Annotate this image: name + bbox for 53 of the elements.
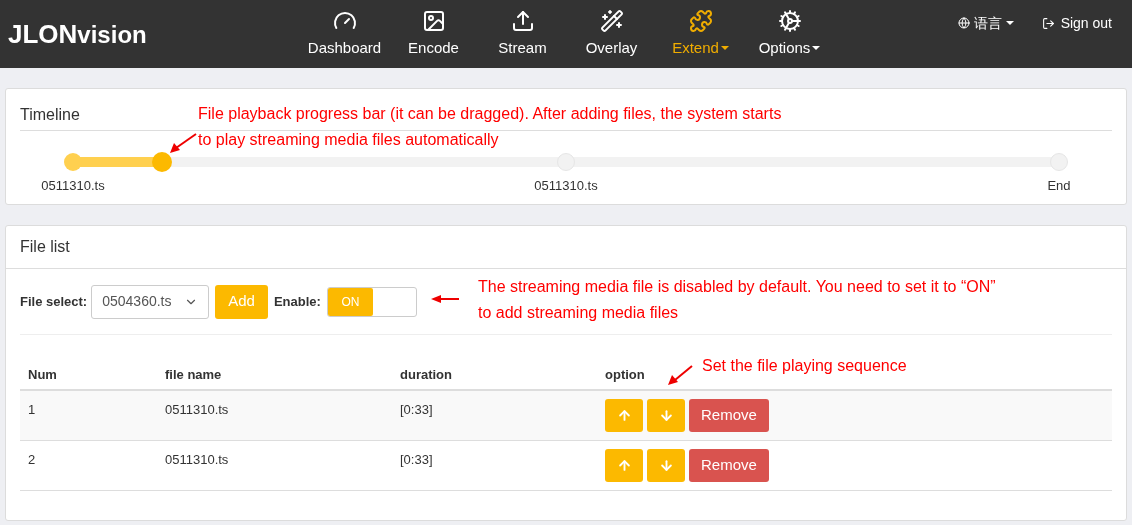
timeline-marker[interactable]	[557, 153, 575, 171]
annotation-text: File playback progress bar (it can be dragged). After adding files, the system starts to play streaming media files automatically	[198, 104, 782, 150]
field-label: Enable:	[273, 292, 321, 311]
annotation-arrow	[667, 365, 693, 387]
field-label: File select:	[20, 292, 88, 311]
remove-button[interactable]: Remove	[689, 449, 769, 482]
annotation-text: The streaming media file is disabled by default. You need to set it to “ON” to add streaming media files	[478, 277, 996, 323]
move-up-button[interactable]	[605, 449, 643, 482]
sign-out-icon	[1041, 16, 1055, 30]
column-header: Num	[28, 367, 57, 383]
arrow-down-icon	[658, 458, 674, 473]
upload-icon	[510, 8, 535, 33]
nav-item[interactable]: Dashboard	[300, 0, 389, 68]
caret-icon	[1005, 21, 1014, 25]
file-select[interactable]: 0504360.ts	[91, 284, 210, 319]
panel-title: File list	[6, 226, 1126, 269]
table-cell: [0:33]	[400, 452, 433, 467]
move-up-button[interactable]	[605, 399, 643, 432]
table-cell: 0511310.ts	[165, 452, 229, 467]
annotation-arrow	[168, 133, 198, 155]
image-icon	[421, 8, 446, 33]
column-header: duration	[400, 367, 452, 383]
column-header: option	[605, 367, 645, 383]
globe-icon	[957, 17, 970, 29]
arrow-down-icon	[658, 408, 674, 423]
move-down-button[interactable]	[647, 449, 685, 482]
puzzle-icon	[688, 8, 713, 33]
table-cell: 1	[28, 402, 36, 417]
gear-icon	[777, 8, 802, 33]
marker-label: 0511310.ts	[41, 177, 105, 195]
language-menu[interactable]: 语言	[957, 12, 1014, 34]
timeline-marker[interactable]	[1050, 153, 1068, 171]
progress-thumb[interactable]	[151, 152, 172, 172]
column-header: file name	[165, 367, 222, 383]
nav-item[interactable]: Extend	[656, 0, 745, 68]
timeline-marker[interactable]	[64, 153, 82, 171]
annotation-text: Set the file playing sequence	[702, 356, 907, 376]
marker-label: 0511310.ts	[534, 177, 598, 195]
nav-item[interactable]: Options	[745, 0, 834, 68]
sign-out-link[interactable]: Sign out	[1041, 12, 1112, 34]
remove-button[interactable]: Remove	[689, 399, 769, 432]
progress-track[interactable]	[63, 152, 1069, 172]
table-cell: 2	[28, 452, 36, 467]
brand-logo[interactable]: JLONvision	[8, 14, 300, 54]
move-down-button[interactable]	[647, 399, 685, 432]
nav-item[interactable]: Overlay	[567, 0, 656, 68]
annotation-arrow	[430, 294, 460, 304]
nav-item[interactable]: Stream	[478, 0, 567, 68]
table-cell: [0:33]	[400, 402, 433, 417]
magic-wand-icon	[599, 8, 624, 33]
table-cell: 0511310.ts	[165, 402, 229, 417]
nav-item[interactable]: Encode	[389, 0, 478, 68]
marker-label: End	[1047, 177, 1071, 195]
